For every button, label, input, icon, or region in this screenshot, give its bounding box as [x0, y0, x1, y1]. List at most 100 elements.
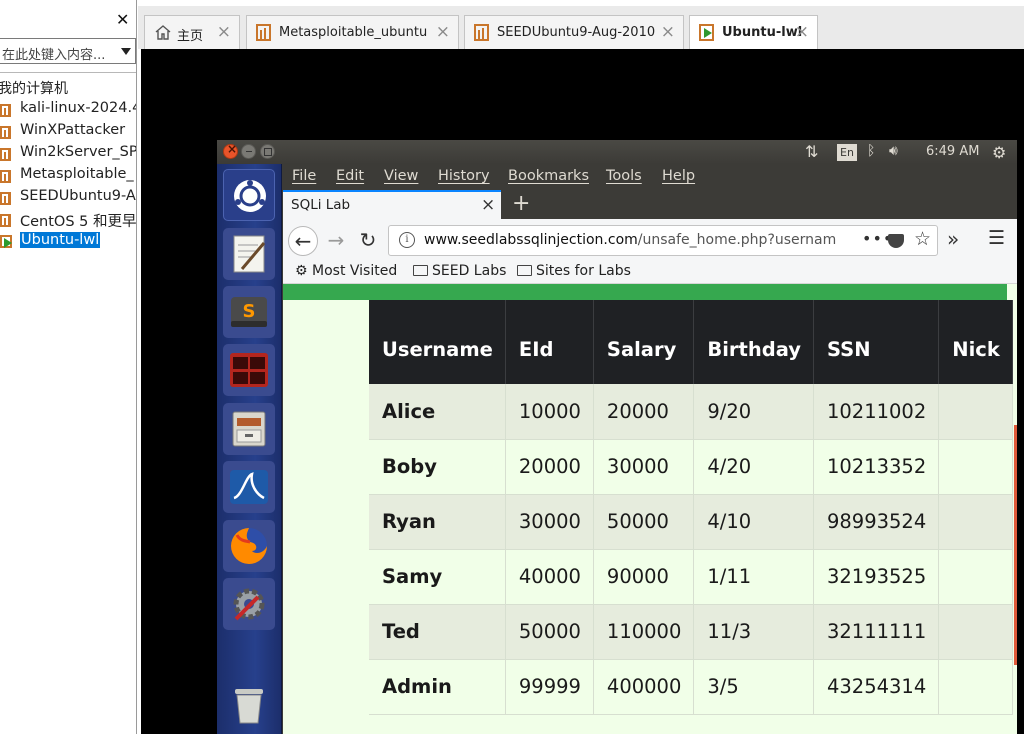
menu-view[interactable]: View: [384, 168, 418, 184]
chevron-down-icon[interactable]: [121, 48, 131, 55]
web-page[interactable]: Username EId Salary Birthday SSN Nick Al…: [283, 284, 1017, 734]
ubuntu-dash-icon[interactable]: [223, 169, 275, 221]
cell-username: Alice: [369, 384, 506, 440]
gear-icon[interactable]: ⚙: [992, 143, 1006, 162]
vm-icon: [0, 190, 14, 205]
clock[interactable]: 6:49 AM: [926, 144, 979, 159]
overflow-chevron-icon[interactable]: »: [947, 227, 959, 251]
cell-eid: 30000: [505, 494, 594, 550]
url-bar[interactable]: i www.seedlabssqlinjection.com/unsafe_ho…: [388, 225, 938, 256]
trash-icon[interactable]: [223, 678, 275, 730]
window-maximize-button[interactable]: [260, 144, 275, 159]
bookmark-most-visited[interactable]: ⚙ Most Visited: [295, 263, 397, 279]
firefox-icon[interactable]: [223, 520, 275, 572]
cell-nickname: [938, 659, 1013, 715]
bookmark-star-icon[interactable]: ☆: [914, 228, 931, 250]
bluetooth-icon[interactable]: ᛒ: [867, 143, 875, 159]
close-icon[interactable]: ×: [661, 22, 675, 42]
menu-help[interactable]: Help: [662, 168, 695, 184]
menu-bookmarks[interactable]: Bookmarks: [508, 168, 589, 184]
ubuntu-launcher: S: [217, 164, 282, 734]
cell-eid: 20000: [505, 439, 594, 495]
cell-nickname: [938, 549, 1013, 605]
tab-label: SEEDUbuntu9-Aug-2010: [497, 25, 656, 40]
tab-seedubuntu[interactable]: SEEDUbuntu9-Aug-2010 ×: [464, 15, 684, 49]
cell-birthday: 4/10: [693, 494, 814, 550]
reload-button[interactable]: ↻: [353, 226, 383, 256]
menu-file[interactable]: File: [292, 168, 316, 184]
back-button[interactable]: ←: [288, 226, 318, 256]
window-minimize-button[interactable]: [241, 144, 256, 159]
info-icon[interactable]: i: [399, 232, 415, 248]
cell-username: Boby: [369, 439, 506, 495]
column-header: Birthday: [693, 300, 814, 384]
column-header: Username: [369, 300, 506, 384]
gear-icon: ⚙: [295, 263, 313, 279]
new-tab-button[interactable]: +: [512, 191, 530, 216]
cell-nickname: [938, 494, 1013, 550]
cell-eid: 50000: [505, 604, 594, 660]
cell-ssn: 98993524: [813, 494, 940, 550]
keyboard-layout-indicator[interactable]: En: [837, 144, 857, 161]
tab-metasploitable[interactable]: Metasploitable_ubuntu ×: [246, 15, 459, 49]
menu-edit[interactable]: Edit: [336, 168, 364, 184]
menu-history[interactable]: History: [438, 168, 490, 184]
ubuntu-top-panel: ⇅ En ᛒ 🔊︎ 6:49 AM ⚙: [217, 140, 1017, 164]
text-editor-icon[interactable]: [223, 228, 275, 280]
tree-item-vm[interactable]: SEEDUbuntu9-A: [0, 187, 136, 208]
firefox-tabstrip: SQLi Lab × +: [283, 190, 1017, 219]
window-close-button[interactable]: [223, 142, 238, 159]
cell-nickname: [938, 604, 1013, 660]
vm-icon: [0, 146, 14, 161]
vm-tab-bar: 主页 × Metasploitable_ubuntu × SEEDUbuntu9…: [138, 0, 1024, 50]
cell-nickname: [938, 439, 1013, 495]
tab-label: Ubuntu-lwl: [722, 25, 803, 40]
browser-tab-sqli-lab[interactable]: SQLi Lab ×: [283, 190, 501, 219]
tree-item-label: Ubuntu-lwl: [20, 232, 101, 248]
cell-salary: 90000: [593, 549, 695, 605]
terminal-icon[interactable]: [223, 344, 275, 396]
folder-icon: [413, 265, 428, 276]
cell-nickname: [938, 384, 1013, 440]
vm-running-icon: [699, 24, 716, 41]
close-icon[interactable]: ✕: [116, 12, 129, 28]
vm-tree: 我的计算机 kali-linux-2024.4 WinXPattacker Wi…: [0, 72, 136, 734]
tree-root-my-computer[interactable]: 我的计算机: [0, 78, 68, 98]
vm-icon: [474, 24, 491, 41]
tab-home[interactable]: 主页 ×: [144, 15, 240, 49]
tree-item-vm[interactable]: WinXPattacker: [0, 121, 136, 142]
vm-running-icon: [0, 233, 16, 249]
volume-icon[interactable]: 🔊︎: [889, 143, 898, 159]
tree-item-vm-selected[interactable]: Ubuntu-lwl: [0, 231, 136, 252]
settings-icon[interactable]: [223, 578, 275, 630]
library-search-input[interactable]: 在此处键入内容...: [0, 38, 136, 64]
wireshark-icon[interactable]: [223, 461, 275, 513]
pocket-icon[interactable]: [888, 234, 904, 248]
bookmark-seed-labs[interactable]: SEED Labs: [413, 263, 506, 279]
sublime-text-icon[interactable]: S: [223, 286, 275, 338]
hamburger-menu-icon[interactable]: ☰: [988, 227, 1005, 249]
cell-eid: 40000: [505, 549, 594, 605]
network-icon[interactable]: ⇅: [805, 142, 818, 161]
cell-birthday: 3/5: [693, 659, 814, 715]
close-icon[interactable]: ×: [481, 195, 495, 215]
tab-ubuntu-lwl[interactable]: Ubuntu-lwl ×: [689, 15, 818, 50]
vm-icon: [256, 24, 273, 41]
forward-button[interactable]: →: [321, 226, 351, 256]
tree-item-label: kali-linux-2024.4: [20, 100, 137, 116]
tree-item-vm[interactable]: Win2kServer_SP: [0, 143, 136, 164]
tree-item-vm[interactable]: CentOS 5 和更早: [0, 209, 136, 230]
close-icon[interactable]: ×: [217, 22, 231, 42]
bookmark-sites-for-labs[interactable]: Sites for Labs: [517, 263, 631, 279]
scrollbar[interactable]: [1014, 425, 1017, 665]
menu-tools[interactable]: Tools: [606, 168, 642, 184]
column-header: Nick: [938, 300, 1013, 384]
table-row: Ryan 30000 50000 4/10 98993524: [369, 494, 1013, 550]
url-text[interactable]: www.seedlabssqlinjection.com/unsafe_home…: [424, 232, 854, 248]
close-icon[interactable]: ×: [795, 22, 809, 42]
files-icon[interactable]: [223, 403, 275, 455]
tree-item-vm[interactable]: kali-linux-2024.4: [0, 99, 136, 120]
close-icon[interactable]: ×: [436, 22, 450, 42]
page-header-bar: [283, 284, 1007, 300]
tree-item-vm[interactable]: Metasploitable_: [0, 165, 136, 186]
